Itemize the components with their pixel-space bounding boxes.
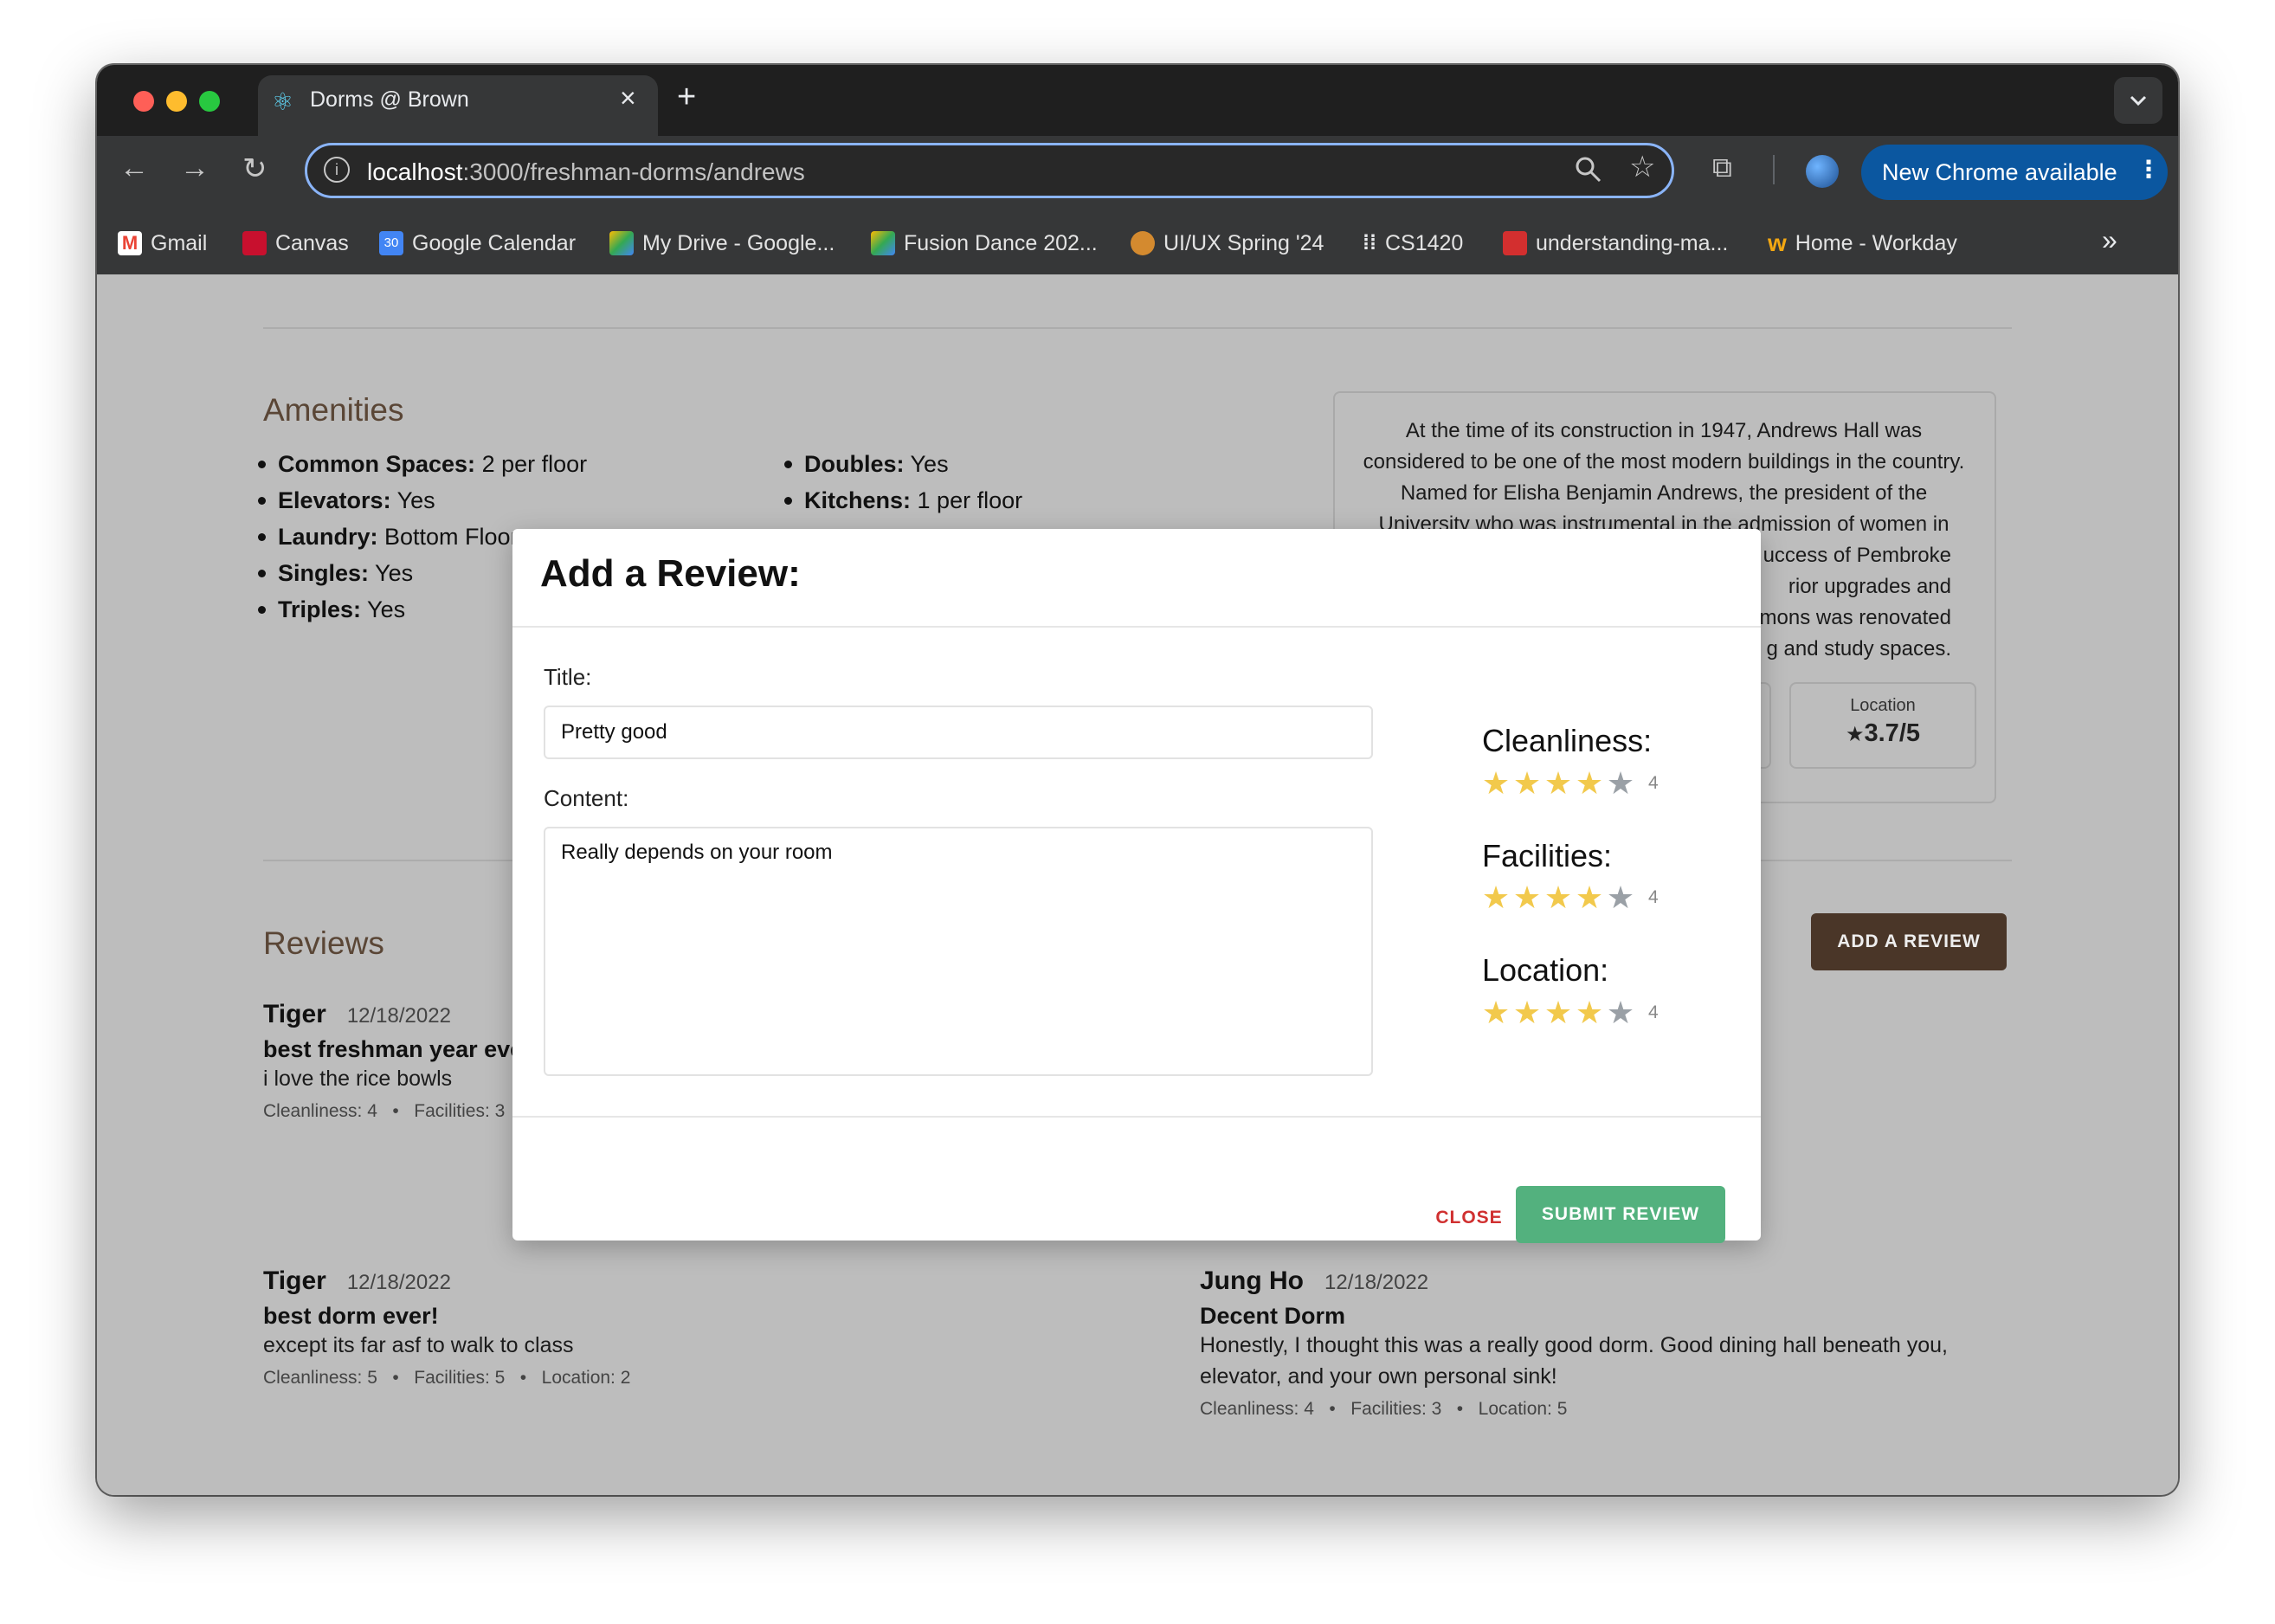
star-icon[interactable]: ★ [1574, 768, 1605, 799]
bookmark-canvas[interactable]: Canvas [242, 226, 349, 261]
star-icon[interactable]: ★ [1480, 997, 1511, 1028]
review-author: Jung Ho [1200, 1266, 1304, 1295]
zoom-search-icon[interactable] [1574, 155, 1603, 189]
amenities-list-right: Doubles: Yes Kitchens: 1 per floor [784, 446, 1022, 519]
facilities-label: Facilities: [1482, 838, 1613, 873]
tab-search-button[interactable] [2114, 77, 2162, 124]
star-icon[interactable]: ★ [1480, 768, 1511, 799]
close-button[interactable]: CLOSE [1421, 1201, 1517, 1235]
bookmark-google-calendar[interactable]: 30 Google Calendar [379, 226, 576, 261]
cleanliness-label: Cleanliness: [1482, 723, 1653, 758]
review-ratings: Cleanliness: 4 • Facilities: 3 • Locatio… [1200, 1399, 1568, 1419]
facilities-star-rating[interactable]: ★ ★ ★ ★ ★ 4 [1480, 882, 1659, 913]
location-rating-card: Location ★3.7/5 [1789, 682, 1976, 769]
profile-avatar[interactable] [1806, 155, 1839, 188]
review-body: except its far asf to walk to class [263, 1333, 574, 1357]
location-card-value: ★3.7/5 [1845, 719, 1920, 747]
location-star-rating[interactable]: ★ ★ ★ ★ ★ 4 [1480, 997, 1659, 1028]
bookmark-fusion-dance[interactable]: Fusion Dance 202... [871, 226, 1098, 261]
extensions-icon[interactable]: ⧉ [1712, 151, 1732, 184]
review-ratings: Cleanliness: 5 • Facilities: 5 • Locatio… [263, 1368, 631, 1388]
url-text[interactable]: localhost:3000/freshman-dorms/andrews [367, 158, 805, 186]
add-review-button[interactable]: ADD A REVIEW [1811, 913, 2007, 970]
facilities-value: 4 [1648, 887, 1659, 907]
browser-window: ⚛ Dorms @ Brown × + ← → ↻ i localhost:30… [97, 65, 2178, 1495]
chrome-update-label: New Chrome available [1882, 159, 2117, 185]
modal-title: Add a Review: [540, 552, 801, 595]
review-content-input[interactable]: Really depends on your room [544, 827, 1373, 1076]
submit-review-button[interactable]: SUBMIT REVIEW [1516, 1186, 1725, 1243]
star-icon[interactable]: ★ [1543, 882, 1574, 913]
star-icon[interactable]: ★ [1574, 997, 1605, 1028]
review-date: 12/18/2022 [346, 1271, 451, 1294]
review-card: Jung Ho 12/18/2022 Decent Dorm Honestly, … [1200, 1266, 2066, 1420]
star-icon[interactable]: ★ [1605, 768, 1636, 799]
cleanliness-value: 4 [1648, 773, 1659, 793]
bookmark-understanding[interactable]: understanding-ma... [1503, 226, 1728, 261]
title-label: Title: [544, 664, 592, 690]
drive-icon [609, 231, 634, 255]
tab-close-icon[interactable]: × [620, 82, 636, 114]
canvas-icon [242, 231, 267, 255]
more-menu-icon[interactable]: ⋮ [2136, 155, 2161, 184]
location-card-label: Location [1850, 696, 1916, 715]
modal-header-divider [512, 626, 1761, 628]
more-bookmarks-icon[interactable]: » [2102, 224, 2117, 256]
location-label: Location: [1482, 952, 1609, 988]
review-title: best dorm ever! [263, 1303, 439, 1329]
star-icon[interactable]: ★ [1605, 997, 1636, 1028]
bookmark-cs1420[interactable]: ⁞⁞ CS1420 [1363, 226, 1463, 261]
minimize-window-button[interactable] [166, 91, 187, 112]
reload-icon[interactable]: ↻ [242, 151, 267, 186]
calendar-icon: 30 [379, 231, 403, 255]
forward-arrow-icon[interactable]: → [180, 151, 209, 185]
dorm-description-text: At the time of its construction in 1947,… [1363, 419, 1965, 536]
star-icon[interactable]: ★ [1511, 882, 1543, 913]
review-body: elevator, and your own personal sink! [1200, 1364, 1557, 1389]
location-value: 4 [1648, 1002, 1659, 1022]
maximize-window-button[interactable] [199, 91, 220, 112]
star-icon: ★ [1845, 723, 1865, 746]
star-icon[interactable]: ★ [1543, 997, 1574, 1028]
star-icon[interactable]: ★ [1574, 882, 1605, 913]
workday-icon: w [1768, 229, 1787, 256]
bookmark-uiux-spring[interactable]: UI/UX Spring '24 [1131, 226, 1324, 261]
site-info-icon[interactable]: i [324, 157, 350, 183]
back-arrow-icon[interactable]: ← [119, 151, 149, 185]
bookmark-star-icon[interactable]: ☆ [1629, 150, 1655, 184]
review-title-input[interactable] [544, 706, 1373, 759]
tab-title: Dorms @ Brown [310, 87, 469, 112]
review-card: Tiger 12/18/2022 best dorm ever! except i… [263, 1266, 1042, 1389]
reviews-heading: Reviews [263, 925, 384, 961]
close-window-button[interactable] [133, 91, 154, 112]
dots-icon: ⁞⁞ [1363, 231, 1376, 255]
review-author: Tiger [263, 1266, 326, 1295]
review-author: Tiger [263, 1000, 326, 1028]
drive-icon [871, 231, 895, 255]
review-title: Decent Dorm [1200, 1303, 1346, 1329]
divider [263, 327, 2012, 329]
react-favicon-icon: ⚛ [272, 88, 294, 115]
star-icon[interactable]: ★ [1605, 882, 1636, 913]
review-date: 12/18/2022 [1324, 1271, 1429, 1294]
star-icon[interactable]: ★ [1511, 997, 1543, 1028]
toolbar-divider [1773, 155, 1775, 184]
review-body: Honestly, I thought this was a really go… [1200, 1333, 1948, 1357]
bear-icon [1131, 231, 1155, 255]
bookmark-workday[interactable]: w Home - Workday [1768, 226, 1957, 261]
pdf-icon [1503, 231, 1527, 255]
bookmark-gmail[interactable]: M Gmail [118, 226, 207, 261]
new-tab-button[interactable]: + [677, 79, 696, 116]
content-label: Content: [544, 785, 629, 811]
amenities-heading: Amenities [263, 392, 404, 428]
star-icon[interactable]: ★ [1480, 882, 1511, 913]
chevron-down-icon [2130, 95, 2147, 106]
bookmark-my-drive[interactable]: My Drive - Google... [609, 226, 835, 261]
gmail-icon: M [118, 231, 142, 255]
review-date: 12/18/2022 [346, 1004, 451, 1028]
modal-footer-divider [512, 1116, 1761, 1118]
star-icon[interactable]: ★ [1543, 768, 1574, 799]
star-icon[interactable]: ★ [1511, 768, 1543, 799]
cleanliness-star-rating[interactable]: ★ ★ ★ ★ ★ 4 [1480, 768, 1659, 799]
